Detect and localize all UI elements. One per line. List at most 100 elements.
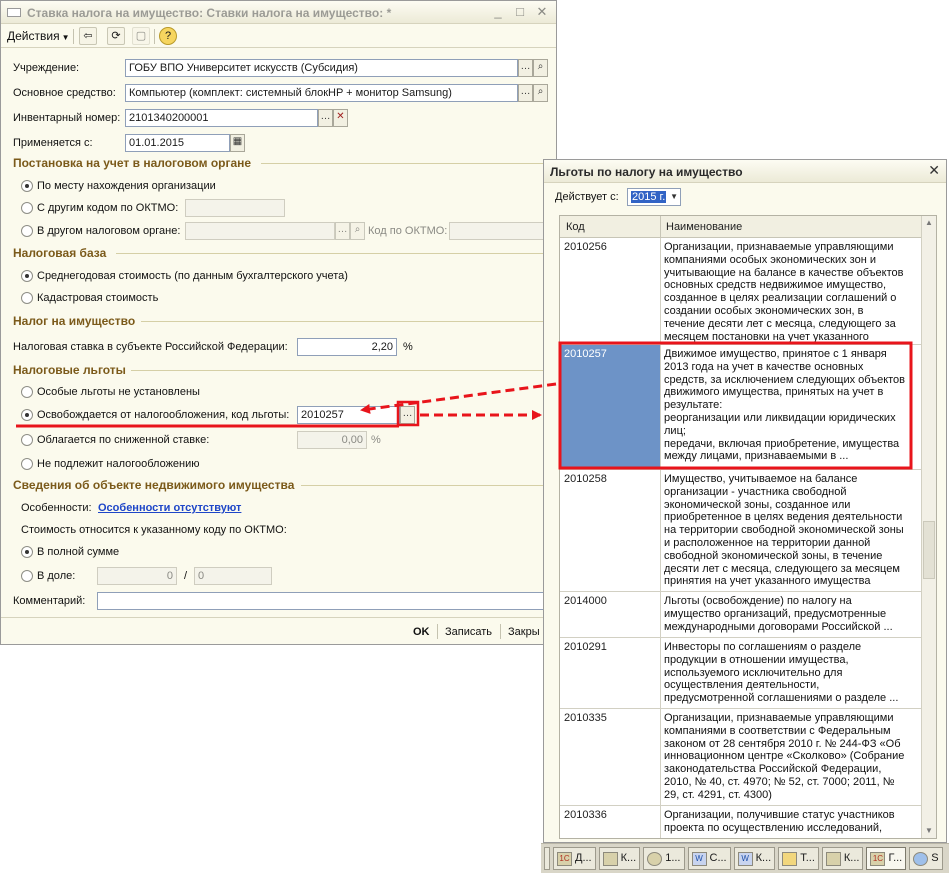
close-form-button[interactable]: Закры bbox=[508, 626, 540, 638]
ok-button[interactable]: OK bbox=[413, 626, 430, 638]
oktmo-code-label: Код по ОКТМО: bbox=[368, 225, 448, 237]
other-office-select-button[interactable]: … bbox=[335, 222, 350, 240]
maximize-button[interactable]: □ bbox=[512, 4, 528, 20]
column-divider bbox=[660, 216, 661, 238]
taskbar-item-active[interactable]: 1С Г... bbox=[866, 847, 907, 870]
radio-other-oktmo[interactable] bbox=[21, 202, 33, 214]
taskbar-item[interactable]: W С... bbox=[687, 847, 731, 870]
radio-cadastral[interactable] bbox=[21, 292, 33, 304]
table-row[interactable]: 2010258 Имущество, учитываемое на баланс… bbox=[560, 470, 921, 592]
taskbar-item[interactable]: К... bbox=[598, 847, 641, 870]
valid-from-select[interactable]: 2015 г. ▼ bbox=[627, 188, 681, 206]
row-name: Льготы (освобождение) по налогу на имуще… bbox=[664, 595, 893, 633]
table-scrollbar[interactable]: ▲ ▼ bbox=[921, 216, 936, 838]
taskbar-item[interactable]: 1С Д... bbox=[553, 847, 596, 870]
globe-icon bbox=[647, 851, 663, 866]
row-code: 2010257 bbox=[564, 348, 607, 360]
radio-average-cost-label: Среднегодовая стоимость (по данным бухга… bbox=[37, 270, 348, 282]
table-row[interactable]: 2010291 Инвесторы по соглашениям о разде… bbox=[560, 638, 921, 709]
share-numerator-field[interactable]: 0 bbox=[97, 567, 177, 585]
taskbar-item[interactable]: К... bbox=[821, 847, 864, 870]
inventory-clear-icon[interactable]: ✕ bbox=[333, 109, 348, 127]
cost-oktmo-label: Стоимость относится к указанному коду по… bbox=[21, 524, 287, 536]
radio-share-label: В доле: bbox=[37, 570, 76, 582]
tax-rate-unit: % bbox=[403, 341, 413, 353]
save-close-icon[interactable]: ⇦ bbox=[79, 27, 97, 45]
inventory-label: Инвентарный номер: bbox=[13, 112, 121, 124]
copy-icon[interactable]: ▢ bbox=[132, 27, 150, 45]
radio-full-amount[interactable] bbox=[21, 546, 33, 558]
reduced-rate-field[interactable]: 0,00 bbox=[297, 431, 367, 449]
window-title: Ставка налога на имущество: Ставки налог… bbox=[27, 6, 384, 20]
taskbar-item[interactable]: S bbox=[909, 847, 943, 870]
main-window-titlebar[interactable]: Ставка налога на имущество: Ставки налог… bbox=[1, 1, 556, 24]
radio-no-benefits[interactable] bbox=[21, 386, 33, 398]
radio-full-amount-label: В полной сумме bbox=[37, 546, 120, 558]
scroll-up-icon[interactable]: ▲ bbox=[922, 216, 936, 230]
table-row[interactable]: 2010336 Организации, получившие статус у… bbox=[560, 806, 921, 838]
scroll-down-icon[interactable]: ▼ bbox=[922, 824, 936, 838]
help-icon[interactable]: ? bbox=[159, 27, 177, 45]
taskbar-item[interactable]: W К... bbox=[733, 847, 776, 870]
column-header-code[interactable]: Код bbox=[566, 221, 585, 233]
benefits-window-titlebar[interactable]: Льготы по налогу на имущество ✕ bbox=[544, 160, 946, 183]
minimize-button[interactable]: _ bbox=[490, 4, 506, 20]
inventory-field[interactable]: 2101340200001 bbox=[125, 109, 318, 127]
column-header-name[interactable]: Наименование bbox=[666, 221, 742, 233]
close-button[interactable]: ✕ bbox=[534, 4, 550, 20]
benefits-window: Льготы по налогу на имущество ✕ Действуе… bbox=[543, 159, 947, 843]
asset-label: Основное средство: bbox=[13, 87, 116, 99]
asset-search-icon[interactable]: ⌕ bbox=[533, 84, 548, 102]
save-button[interactable]: Записать bbox=[445, 626, 492, 638]
calendar-icon[interactable]: ▦ bbox=[230, 134, 245, 152]
refresh-icon[interactable]: ⟳ bbox=[107, 27, 125, 45]
radio-location[interactable] bbox=[21, 180, 33, 192]
institution-select-button[interactable]: … bbox=[518, 59, 533, 77]
oktmo-code-field[interactable] bbox=[449, 222, 549, 240]
folder-icon bbox=[782, 851, 798, 866]
toolbar-separator bbox=[154, 29, 155, 44]
table-row-selected[interactable]: 2010257 Движимое имущество, принятое с 1… bbox=[560, 345, 921, 470]
toolbar: Действия ▼ ⇦ ⟳ ▢ ? bbox=[1, 24, 556, 48]
features-link[interactable]: Особенности отсутствуют bbox=[98, 502, 241, 514]
radio-average-cost[interactable] bbox=[21, 270, 33, 282]
tax-rate-field[interactable]: 2,20 bbox=[297, 338, 397, 356]
comment-field[interactable] bbox=[97, 592, 551, 610]
radio-location-label: По месту нахождения организации bbox=[37, 180, 216, 192]
benefit-code-field[interactable]: 2010257 bbox=[297, 406, 400, 424]
valid-from-label: Действует с: bbox=[555, 191, 619, 203]
radio-no-benefits-label: Особые льготы не установлены bbox=[37, 386, 200, 398]
share-separator: / bbox=[184, 570, 188, 582]
taskbar-item[interactable]: Т... bbox=[778, 847, 819, 870]
institution-field[interactable]: ГОБУ ВПО Университет искусств (Субсидия) bbox=[125, 59, 518, 77]
asset-field[interactable]: Компьютер (комплект: системный блокHP + … bbox=[125, 84, 518, 102]
taskbar-item[interactable]: 1... bbox=[643, 847, 685, 870]
radio-share[interactable] bbox=[21, 570, 33, 582]
table-row[interactable]: 2014000 Льготы (освобождение) по налогу … bbox=[560, 592, 921, 638]
other-office-search-icon[interactable]: ⌕ bbox=[350, 222, 365, 240]
row-code: 2010336 bbox=[564, 809, 607, 821]
inventory-select-button[interactable]: … bbox=[318, 109, 333, 127]
other-oktmo-field[interactable] bbox=[185, 199, 285, 217]
toolbar-separator bbox=[73, 29, 74, 44]
benefit-code-select-button[interactable]: … bbox=[400, 406, 415, 424]
radio-other-office[interactable] bbox=[21, 225, 33, 237]
table-row[interactable]: 2010256 Организации, признаваемые управл… bbox=[560, 238, 921, 345]
institution-search-icon[interactable]: ⌕ bbox=[533, 59, 548, 77]
button-separator bbox=[437, 624, 438, 639]
table-row[interactable]: 2010335 Организации, признаваемые управл… bbox=[560, 709, 921, 806]
other-office-field[interactable] bbox=[185, 222, 335, 240]
radio-reduced[interactable] bbox=[21, 434, 33, 446]
row-code: 2010291 bbox=[564, 641, 607, 653]
actions-menu-button[interactable]: Действия ▼ bbox=[7, 29, 70, 43]
asset-select-button[interactable]: … bbox=[518, 84, 533, 102]
section-registration: Постановка на учет в налоговом органе bbox=[13, 156, 252, 170]
radio-exempt[interactable] bbox=[21, 409, 33, 421]
radio-not-taxed[interactable] bbox=[21, 458, 33, 470]
applies-date-field[interactable]: 01.01.2015 bbox=[125, 134, 230, 152]
actions-label: Действия bbox=[7, 29, 60, 43]
share-denominator-field[interactable]: 0 bbox=[194, 567, 272, 585]
close-icon[interactable]: ✕ bbox=[928, 162, 940, 179]
section-benefits: Налоговые льготы bbox=[13, 363, 126, 377]
scrollbar-thumb[interactable] bbox=[923, 521, 935, 579]
